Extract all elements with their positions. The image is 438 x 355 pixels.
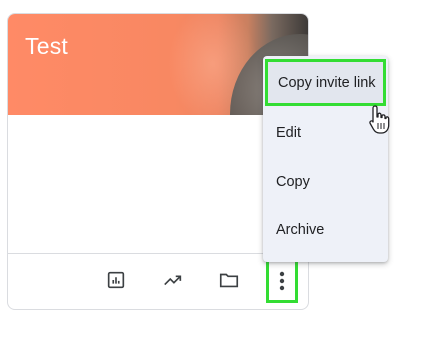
- folder-icon[interactable]: [217, 268, 241, 292]
- card-footer: [8, 253, 308, 309]
- menu-item-archive[interactable]: Archive: [263, 207, 388, 253]
- gradebook-icon[interactable]: [104, 268, 128, 292]
- trending-up-icon[interactable]: [161, 268, 185, 292]
- menu-item-edit[interactable]: Edit: [263, 110, 388, 156]
- screen: Test Copy invite link Edit Copy Archive: [0, 0, 438, 355]
- more-options-button[interactable]: [266, 258, 298, 303]
- menu-item-copy[interactable]: Copy: [263, 159, 388, 205]
- more-vertical-icon: [279, 271, 285, 290]
- card-title[interactable]: Test: [25, 33, 68, 60]
- menu-item-copy-invite-link[interactable]: Copy invite link: [265, 59, 386, 106]
- context-menu: Copy invite link Edit Copy Archive: [263, 56, 388, 262]
